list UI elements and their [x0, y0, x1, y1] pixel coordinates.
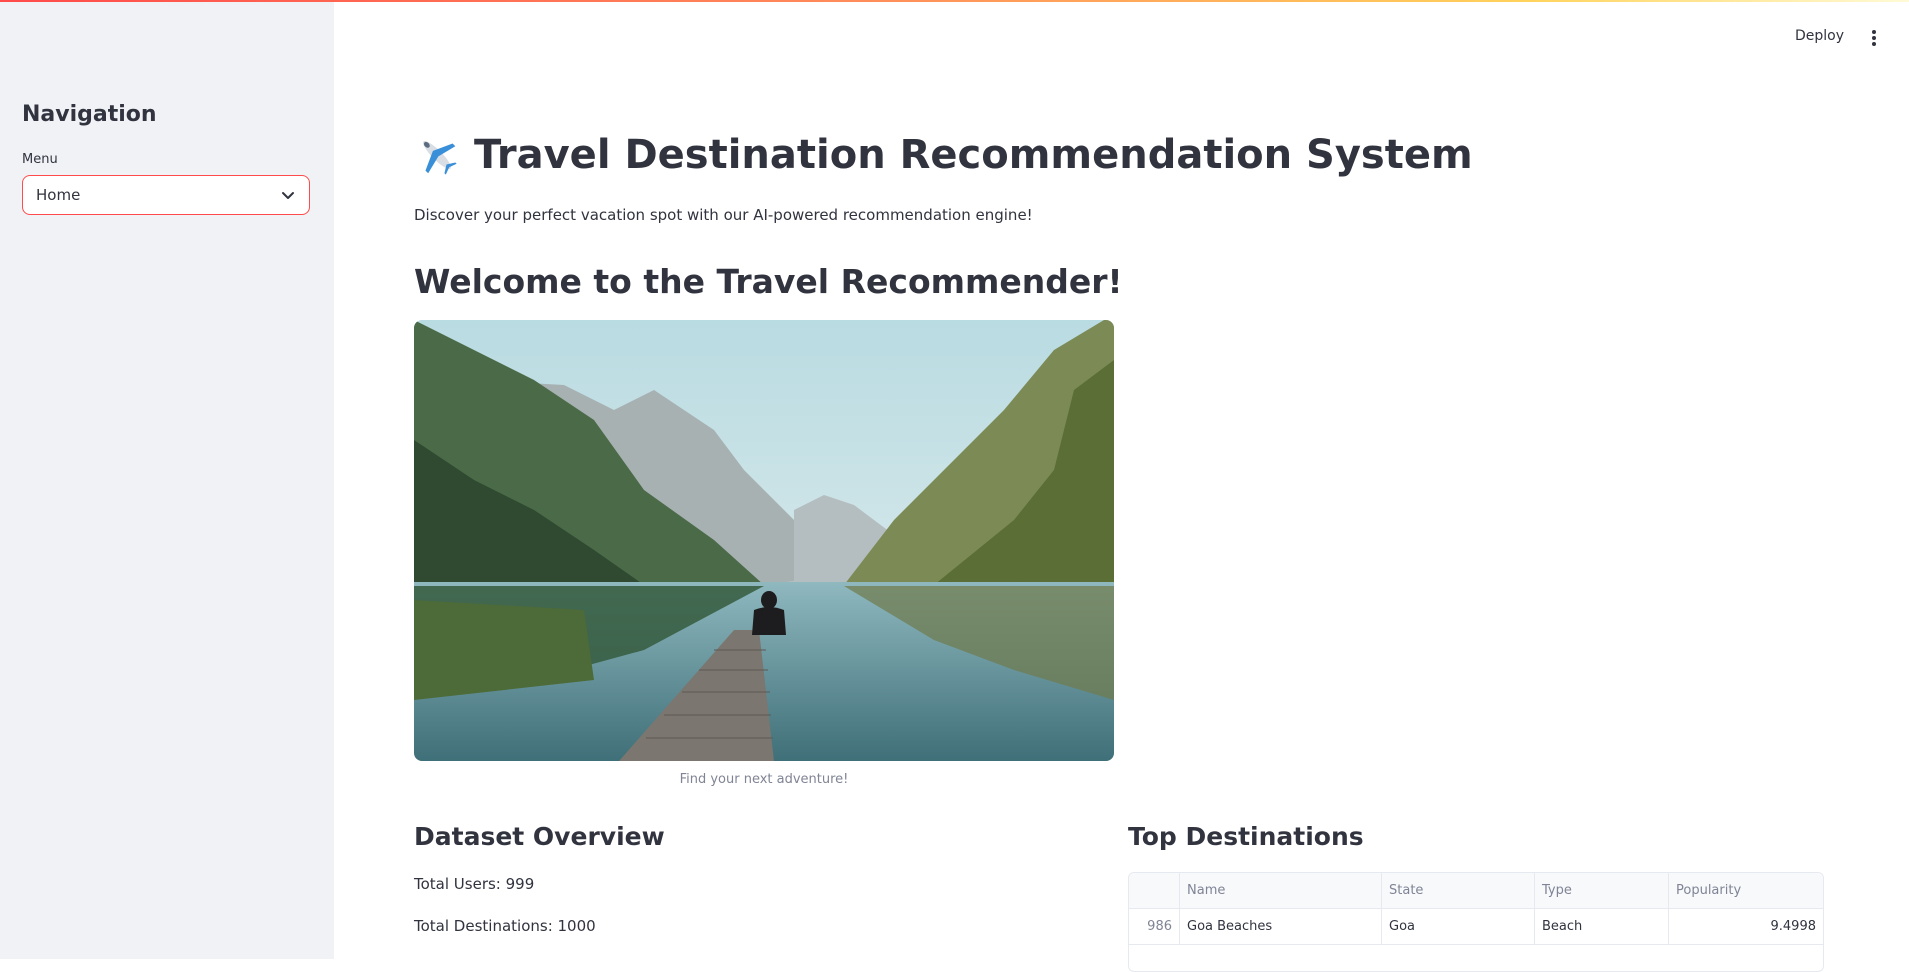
- cell-type[interactable]: Beach: [1535, 909, 1669, 944]
- welcome-heading: Welcome to the Travel Recommender!: [414, 262, 1123, 301]
- column-header-name[interactable]: Name: [1180, 873, 1382, 908]
- kebab-menu-icon[interactable]: [1871, 30, 1877, 46]
- top-decoration-bar: [0, 0, 1909, 2]
- cell-name[interactable]: Goa Beaches: [1180, 909, 1382, 944]
- hero-image: [414, 320, 1114, 761]
- airplane-icon: [423, 141, 457, 175]
- column-header-type[interactable]: Type: [1535, 873, 1669, 908]
- main-content: Deploy Travel Destination Recommendation…: [334, 0, 1909, 972]
- sidebar: Navigation Menu Home: [0, 0, 334, 959]
- column-header-index[interactable]: [1129, 873, 1180, 908]
- menu-select[interactable]: Home: [22, 175, 310, 215]
- cell-state[interactable]: Goa: [1382, 909, 1535, 944]
- column-header-state[interactable]: State: [1382, 873, 1535, 908]
- column-header-popularity[interactable]: Popularity: [1669, 873, 1823, 908]
- row-index: 986: [1129, 909, 1180, 944]
- top-destinations-heading: Top Destinations: [1128, 822, 1364, 851]
- cell-popularity[interactable]: 9.4998: [1669, 909, 1823, 944]
- total-destinations-text: Total Destinations: 1000: [414, 917, 596, 935]
- image-caption: Find your next adventure!: [679, 772, 849, 787]
- table-row[interactable]: 986 Goa Beaches Goa Beach 9.4998: [1129, 909, 1823, 945]
- chevron-down-icon: [282, 192, 294, 199]
- page-subtitle: Discover your perfect vacation spot with…: [414, 206, 1033, 224]
- top-destinations-table[interactable]: Name State Type Popularity 986 Goa Beach…: [1128, 872, 1824, 972]
- page-title-text: Travel Destination Recommendation System: [474, 132, 1473, 178]
- menu-select-value: Home: [36, 186, 81, 204]
- dataset-overview-heading: Dataset Overview: [414, 822, 665, 851]
- menu-label: Menu: [22, 152, 58, 167]
- sidebar-title: Navigation: [22, 102, 157, 127]
- total-users-text: Total Users: 999: [414, 875, 535, 893]
- page-title: Travel Destination Recommendation System: [414, 132, 1473, 178]
- table-header-row: Name State Type Popularity: [1129, 873, 1823, 909]
- deploy-button[interactable]: Deploy: [1795, 28, 1844, 44]
